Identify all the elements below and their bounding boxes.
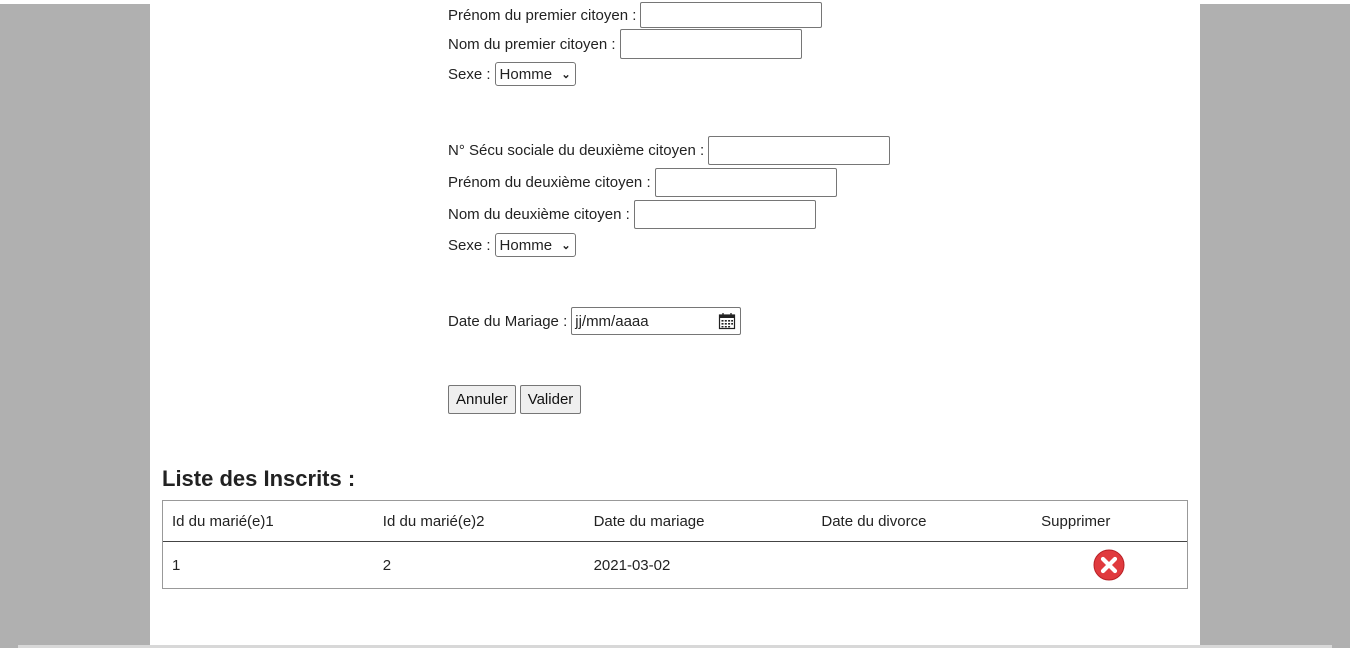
second-ssn-input[interactable] xyxy=(708,136,891,165)
marriage-date-label: Date du Mariage : xyxy=(448,312,568,330)
marriage-date-row: Date du Mariage : jj/mm/aaaa xyxy=(448,307,742,335)
col-header-id2: Id du marié(e)2 xyxy=(382,512,485,530)
submit-button[interactable]: Valider xyxy=(519,385,582,414)
first-sex-select[interactable]: Homme ⌄ xyxy=(494,62,576,86)
marriage-date-input[interactable]: jj/mm/aaaa xyxy=(571,307,742,335)
cell-id1: 1 xyxy=(172,556,181,574)
second-firstname-input[interactable] xyxy=(654,168,837,197)
col-header-divorce-date: Date du divorce xyxy=(821,512,927,530)
second-firstname-row: Prénom du deuxième citoyen : xyxy=(448,168,837,197)
marriage-date-placeholder: jj/mm/aaaa xyxy=(575,312,649,330)
page-content: Prénom du premier citoyen : Nom du premi… xyxy=(150,2,1200,645)
list-title: Liste des Inscrits : xyxy=(162,466,356,491)
col-header-delete: Supprimer xyxy=(1041,512,1111,530)
first-sex-value: Homme xyxy=(499,65,553,83)
second-sex-row: Sexe : Homme ⌄ xyxy=(448,233,576,257)
second-lastname-row: Nom du deuxième citoyen : xyxy=(448,200,816,229)
first-lastname-label: Nom du premier citoyen : xyxy=(448,35,616,53)
first-firstname-input[interactable] xyxy=(640,2,823,28)
table-row: 1 2 2021-03-02 xyxy=(163,542,1187,588)
cell-delete xyxy=(1032,549,1187,581)
col-header-id1: Id du marié(e)1 xyxy=(172,512,274,530)
second-sex-label: Sexe : xyxy=(448,236,491,254)
second-ssn-row: N° Sécu sociale du deuxième citoyen : xyxy=(448,136,891,165)
second-sex-value: Homme xyxy=(499,236,553,254)
first-lastname-row: Nom du premier citoyen : xyxy=(448,29,802,59)
table-header: Id du marié(e)1 Id du marié(e)2 Date du … xyxy=(163,501,1187,542)
chevron-down-icon: ⌄ xyxy=(561,239,571,252)
first-firstname-label: Prénom du premier citoyen : xyxy=(448,6,637,24)
second-lastname-label: Nom du deuxième citoyen : xyxy=(448,206,630,223)
delete-x-icon[interactable] xyxy=(1093,549,1125,581)
cancel-button[interactable]: Annuler xyxy=(448,385,516,414)
second-firstname-label: Prénom du deuxième citoyen : xyxy=(448,174,651,191)
registrations-table: Id du marié(e)1 Id du marié(e)2 Date du … xyxy=(162,500,1188,589)
cell-marriage-date: 2021-03-02 xyxy=(593,556,671,574)
calendar-icon[interactable] xyxy=(718,312,736,330)
cell-id2: 2 xyxy=(382,556,392,574)
second-lastname-input[interactable] xyxy=(633,200,816,229)
first-sex-row: Sexe : Homme ⌄ xyxy=(448,62,576,86)
second-ssn-label: N° Sécu sociale du deuxième citoyen : xyxy=(448,142,705,159)
first-lastname-input[interactable] xyxy=(619,29,802,59)
col-header-marriage-date: Date du mariage xyxy=(593,512,705,530)
first-firstname-row: Prénom du premier citoyen : xyxy=(448,2,823,28)
second-sex-select[interactable]: Homme ⌄ xyxy=(494,233,576,257)
first-sex-label: Sexe : xyxy=(448,65,491,83)
chevron-down-icon: ⌄ xyxy=(561,68,571,81)
form-buttons: Annuler Valider xyxy=(448,385,585,414)
